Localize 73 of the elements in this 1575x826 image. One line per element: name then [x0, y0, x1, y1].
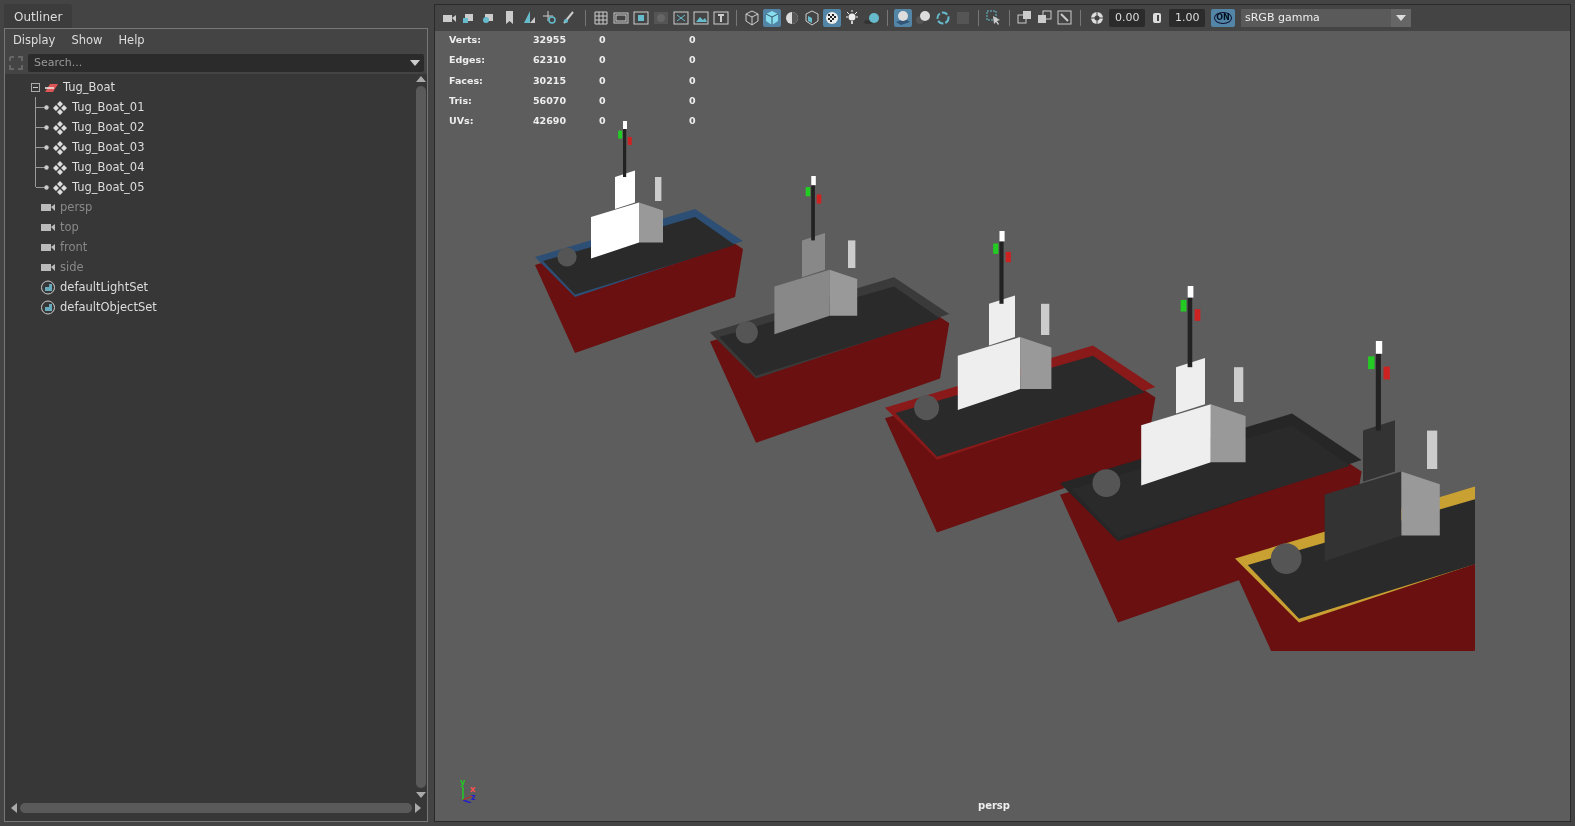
outliner-tab[interactable]: Outliner	[4, 4, 73, 28]
color-management-button[interactable]: ON	[1211, 9, 1235, 27]
mesh-icon	[53, 139, 68, 155]
mesh-icon	[53, 179, 68, 195]
ring-icon[interactable]	[934, 9, 952, 27]
collapse-toggle-icon[interactable]	[31, 82, 40, 92]
light-bulb-icon[interactable]	[843, 9, 861, 27]
stat-value: 30215	[533, 73, 568, 88]
film-gate-icon[interactable]	[612, 9, 630, 27]
grid-icon[interactable]	[592, 9, 610, 27]
ambient-occlusion-icon[interactable]	[894, 9, 912, 27]
shaded-cube-icon[interactable]	[763, 9, 781, 27]
vertical-scrollbar[interactable]	[416, 86, 426, 788]
stat-label: Faces:	[449, 73, 484, 88]
resolution-gate-icon[interactable]	[632, 9, 650, 27]
picture-frame-icon[interactable]	[1056, 9, 1074, 27]
outliner-item[interactable]: defaultObjectSet	[60, 298, 157, 316]
mesh-icon	[53, 119, 68, 135]
scroll-down-icon[interactable]	[416, 792, 426, 798]
move-zoom-icon[interactable]	[541, 9, 559, 27]
menu-item[interactable]: Help	[118, 32, 145, 50]
stat-label: Tris:	[449, 93, 473, 108]
camera-label: persp	[978, 799, 1010, 813]
mesh-icon	[53, 159, 68, 175]
view-transform-dropdown[interactable]: sRGB gamma	[1241, 9, 1411, 27]
set-icon	[41, 299, 56, 315]
stat-value: 62310	[533, 53, 568, 68]
stat-value: 0	[689, 114, 697, 128]
outliner-item[interactable]: Tug_Boat_05	[72, 178, 145, 196]
stat-value: 0	[689, 73, 697, 88]
tree-connector	[36, 184, 49, 190]
viewport[interactable]: Verts: 32955 0 0 Edges: 62310 0 0 Faces: 30215 0 0 Tris: 56070 0 0 UVs: 42690 0 0 y x z persp	[435, 31, 1570, 821]
dropdown-arrow-icon[interactable]	[1396, 15, 1406, 21]
scroll-right-icon[interactable]	[415, 803, 421, 813]
outliner-item[interactable]: Tug_Boat_02	[72, 118, 145, 136]
stat-value: 0	[689, 53, 697, 68]
aperture-icon	[1089, 10, 1105, 26]
exposure-field[interactable]: 0.00	[1109, 8, 1145, 28]
stat-label: Edges:	[449, 53, 486, 68]
checker-sphere-icon[interactable]	[823, 9, 841, 27]
outliner-item[interactable]: Tug_Boat_01	[72, 98, 145, 116]
image-icon[interactable]	[692, 9, 710, 27]
stat-value: 0	[599, 33, 607, 47]
menu-item[interactable]: Show	[71, 32, 103, 50]
stat-value: 0	[599, 114, 607, 128]
scroll-left-icon[interactable]	[11, 803, 17, 813]
stat-value: 0	[599, 53, 607, 68]
field-chart-icon[interactable]	[672, 9, 690, 27]
spheres-icon[interactable]	[914, 9, 932, 27]
stat-value: 0	[599, 73, 607, 88]
stat-value: 0	[689, 93, 697, 108]
mesh-icon	[53, 99, 68, 115]
stat-value: 0	[689, 33, 697, 47]
outliner-item[interactable]: defaultLightSet	[60, 278, 149, 296]
outliner-item[interactable]: Tug_Boat	[63, 78, 116, 96]
text-icon[interactable]	[712, 9, 730, 27]
dropdown-arrow-icon[interactable]	[410, 60, 420, 67]
stat-value: 32955	[533, 33, 568, 47]
menu-item[interactable]: Display	[13, 32, 56, 50]
gamma-field[interactable]: 1.00	[1169, 8, 1205, 28]
outliner-item[interactable]: Tug_Boat_04	[72, 158, 145, 176]
stat-label: UVs:	[449, 114, 475, 128]
set-icon	[41, 279, 56, 295]
textured-cube-icon[interactable]	[803, 9, 821, 27]
stat-value: 42690	[533, 114, 568, 128]
stat-value: 56070	[533, 93, 568, 108]
outliner-item[interactable]: Tug_Boat_03	[72, 138, 145, 156]
half-sphere-icon[interactable]	[783, 9, 801, 27]
stat-label: Verts:	[449, 33, 482, 47]
horizontal-scrollbar[interactable]	[20, 803, 412, 813]
wireframe-cube-icon[interactable]	[743, 9, 761, 27]
stat-value: 0	[599, 93, 607, 108]
overlap-squares-icon[interactable]	[1016, 9, 1034, 27]
